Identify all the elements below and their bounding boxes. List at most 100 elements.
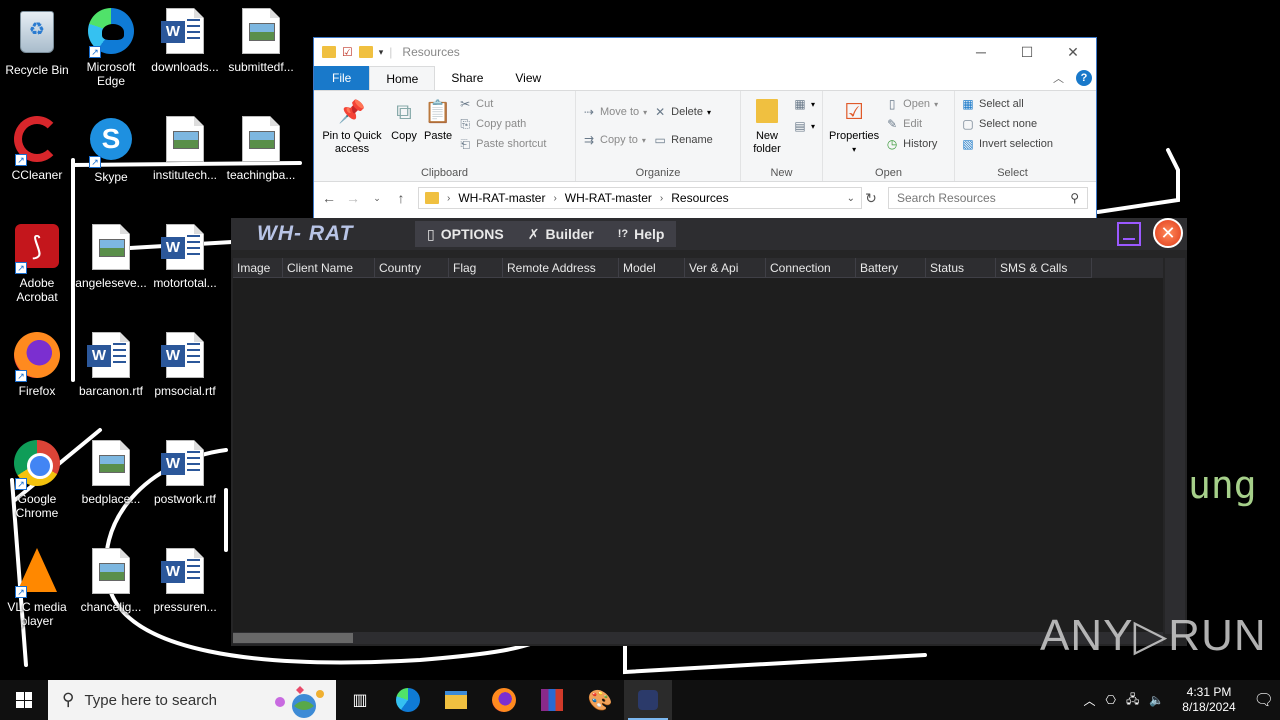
customize-toolbar-icon[interactable]: ▾ [379, 47, 384, 58]
notifications-icon[interactable]: 🗨 [1254, 690, 1274, 710]
taskbar-winrar[interactable] [528, 680, 576, 720]
cut-button[interactable]: ✂ Cut [458, 97, 546, 111]
desktop-icon-barcanon[interactable]: W barcanon.rtf [74, 332, 148, 398]
scrollbar-thumb[interactable] [233, 633, 353, 643]
breadcrumb-item[interactable]: WH-RAT-master [565, 191, 652, 205]
history-button[interactable]: ◷ History [885, 137, 938, 151]
desktop-icon-pmsocial[interactable]: W pmsocial.rtf [148, 332, 222, 398]
volume-icon[interactable]: 🔈 [1149, 693, 1164, 707]
up-arrow-icon[interactable]: ↑ [394, 190, 408, 206]
task-view-button[interactable]: ▥ [336, 680, 384, 720]
desktop-icon-bedplace[interactable]: bedplace... [74, 440, 148, 506]
back-arrow-icon[interactable]: ← [322, 190, 336, 206]
desktop-icon-ccleaner[interactable]: ↗ CCleaner [0, 116, 74, 182]
address-bar[interactable]: › WH-RAT-master › WH-RAT-master › Resour… [418, 187, 862, 209]
menu-builder[interactable]: ✗ Builder [516, 221, 606, 247]
forward-arrow-icon[interactable]: → [346, 190, 360, 206]
rename-button[interactable]: ▭ Rename [653, 133, 712, 147]
refresh-icon[interactable]: ↻ [864, 190, 878, 207]
column-header[interactable]: Flag [449, 258, 503, 278]
desktop-icon-recycle-bin[interactable]: Recycle Bin [0, 8, 74, 77]
desktop-icon-firefox[interactable]: ↗ Firefox [0, 332, 74, 398]
properties-button[interactable]: ☑ Properties ▾ [829, 95, 879, 163]
vertical-scrollbar[interactable] [1165, 258, 1185, 634]
copy-path-button[interactable]: ⎘ Copy path [458, 117, 546, 131]
desktop-icon-angeleseve[interactable]: angeleseve... [74, 224, 148, 290]
start-button[interactable] [0, 680, 48, 720]
clock[interactable]: 4:31 PM 8/18/2024 [1182, 685, 1235, 715]
paste-button[interactable]: 📋 Paste [424, 95, 452, 163]
horizontal-scrollbar[interactable] [233, 632, 1163, 644]
taskbar-search-box[interactable]: ⚲ Type here to search [48, 680, 336, 720]
copy-to-button[interactable]: ⇉ Copy to ▾ [582, 133, 647, 147]
delete-button[interactable]: ✕ Delete ▾ [653, 105, 713, 119]
column-header[interactable]: Client Name [283, 258, 375, 278]
new-folder-button[interactable]: New folder [747, 95, 787, 163]
paste-shortcut-button[interactable]: ⎗ Paste shortcut [458, 137, 546, 151]
clients-table[interactable]: Image Client Name Country Flag Remote Ad… [233, 258, 1163, 634]
taskbar-firefox[interactable] [480, 680, 528, 720]
address-dropdown-icon[interactable]: ⌄ [847, 193, 855, 204]
quick-access-properties-icon[interactable]: ☑ [342, 45, 353, 59]
edit-button[interactable]: ✎ Edit [885, 117, 938, 131]
new-item-button[interactable]: ▦ ▾ [793, 97, 815, 111]
network-icon[interactable]: 🖧 [1126, 690, 1139, 711]
file-explorer-window[interactable]: ☑ ▾ | Resources ─ ☐ ✕ File Home Share Vi… [313, 37, 1097, 220]
column-header[interactable]: Country [375, 258, 449, 278]
tab-view[interactable]: View [499, 66, 557, 90]
recent-locations-chevron-icon[interactable]: ⌄ [370, 193, 384, 204]
desktop-icon-institutech[interactable]: institutech... [148, 116, 222, 182]
wh-rat-title-bar[interactable]: WH- RAT ▯ OPTIONS ✗ Builder !? Help ✕ [231, 218, 1187, 250]
wh-rat-window[interactable]: WH- RAT ▯ OPTIONS ✗ Builder !? Help ✕ Image… [231, 218, 1187, 646]
taskbar-file-explorer[interactable] [432, 680, 480, 720]
desktop-icon-teachingba[interactable]: teachingba... [224, 116, 298, 182]
maximize-button[interactable]: ☐ [1004, 44, 1050, 61]
taskbar-paint[interactable]: 🎨 [576, 680, 624, 720]
desktop-icon-acrobat[interactable]: ⟆ ↗ Adobe Acrobat [0, 224, 74, 304]
column-header[interactable]: Model [619, 258, 685, 278]
taskbar-wh-rat[interactable] [624, 680, 672, 720]
column-header[interactable]: Image [233, 258, 283, 278]
invert-selection-button[interactable]: ▧ Invert selection [961, 137, 1053, 151]
close-button[interactable]: ✕ [1153, 218, 1183, 248]
search-input[interactable]: Search Resources ⚲ [888, 187, 1088, 209]
desktop-icon-postwork[interactable]: W postwork.rtf [148, 440, 222, 506]
desktop-icon-chancelig[interactable]: chancelig... [74, 548, 148, 614]
taskbar-edge[interactable] [384, 680, 432, 720]
column-header[interactable]: Connection [766, 258, 856, 278]
desktop-icon-skype[interactable]: S ↗ Skype [74, 116, 148, 184]
column-header[interactable]: Status [926, 258, 996, 278]
column-header[interactable]: Ver & Api [685, 258, 766, 278]
breadcrumb-item[interactable]: WH-RAT-master [458, 191, 545, 205]
show-hidden-icons-chevron-icon[interactable]: ︿ [1083, 692, 1095, 709]
easy-access-button[interactable]: ▤ ▾ [793, 119, 815, 133]
select-all-button[interactable]: ▦ Select all [961, 97, 1053, 111]
help-icon[interactable]: ? [1076, 70, 1092, 86]
meet-now-icon[interactable]: ⎔ [1105, 693, 1115, 707]
explorer-title-bar[interactable]: ☑ ▾ | Resources ─ ☐ ✕ [314, 38, 1096, 66]
breadcrumb-item[interactable]: Resources [671, 191, 728, 205]
minimize-button[interactable]: ─ [958, 44, 1004, 61]
expand-ribbon-icon[interactable]: ︿ [1053, 70, 1064, 86]
new-folder-quick-icon[interactable] [358, 46, 373, 58]
desktop-icon-pressuren[interactable]: W pressuren... [148, 548, 222, 614]
desktop-icon-submitted[interactable]: submittedf... [224, 8, 298, 74]
open-button[interactable]: ▯ Open ▾ [885, 97, 938, 111]
select-none-button[interactable]: ▢ Select none [961, 117, 1053, 131]
column-header[interactable]: SMS & Calls [996, 258, 1092, 278]
minimize-button[interactable] [1117, 222, 1141, 246]
desktop-icon-motortotal[interactable]: W motortotal... [148, 224, 222, 290]
column-header[interactable]: Remote Address [503, 258, 619, 278]
tab-file[interactable]: File [314, 66, 370, 90]
column-header[interactable]: Battery [856, 258, 926, 278]
desktop-icon-downloads[interactable]: W downloads... [148, 8, 222, 74]
copy-button[interactable]: ⧉ Copy [390, 95, 418, 163]
close-button[interactable]: ✕ [1050, 44, 1096, 61]
menu-help[interactable]: !? Help [606, 221, 677, 247]
desktop-icon-chrome[interactable]: ↗ Google Chrome [0, 440, 74, 520]
desktop-icon-vlc[interactable]: ↗ VLC media player [0, 548, 74, 628]
pin-quick-access-button[interactable]: 📌 Pin to Quick access [320, 95, 384, 163]
tab-share[interactable]: Share [435, 66, 499, 90]
menu-options[interactable]: ▯ OPTIONS [415, 221, 516, 247]
move-to-button[interactable]: ⇢ Move to ▾ [582, 105, 647, 119]
